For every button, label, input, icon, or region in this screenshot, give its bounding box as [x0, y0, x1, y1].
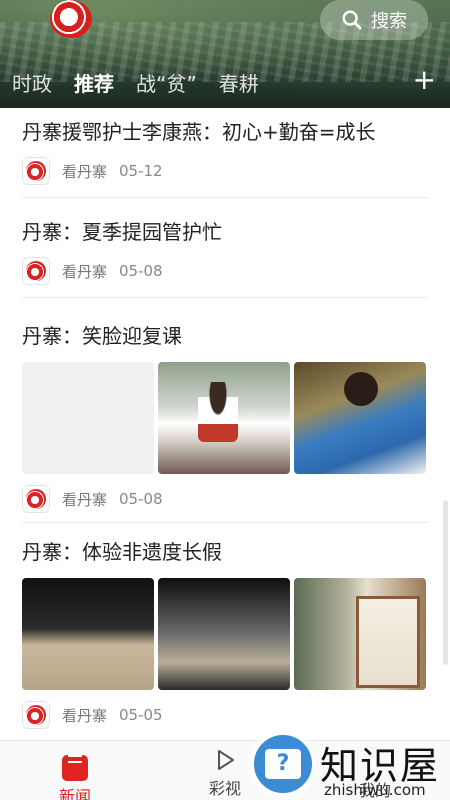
list-item[interactable]: 丹寨：夏季提园管护忙 看丹寨 05-08: [22, 218, 428, 286]
article-date: 05-05: [119, 706, 163, 724]
article-source: 看丹寨: [62, 706, 108, 725]
article-title[interactable]: 丹寨援鄂护士李康燕：初心+勤奋=成长: [22, 118, 428, 146]
tab-recommend[interactable]: 推荐: [74, 68, 114, 97]
nav-news[interactable]: 新闻: [30, 747, 120, 800]
list-item[interactable]: 丹寨援鄂护士李康燕：初心+勤奋=成长 看丹寨 05-12: [22, 118, 428, 186]
tab-politics[interactable]: 时政: [12, 68, 52, 97]
list-item[interactable]: 丹寨：笑脸迎复课 看丹寨 05-08: [22, 322, 428, 514]
thumbnail-image[interactable]: [22, 362, 154, 474]
article-source: 看丹寨: [62, 490, 108, 509]
divider: [22, 522, 428, 523]
thumbnail-image[interactable]: [158, 578, 290, 690]
article-date: 05-08: [119, 490, 163, 508]
thumbnail-image[interactable]: [158, 362, 290, 474]
thumbnail-row: [22, 578, 428, 690]
source-logo-icon: [22, 485, 50, 513]
source-logo-icon: [22, 157, 50, 185]
article-source: 看丹寨: [62, 162, 108, 181]
article-meta: 看丹寨 05-08: [22, 484, 428, 514]
app-header: 搜索 时政 推荐 战“贫” 春耕 +: [0, 0, 450, 108]
nav-news-label: 新闻: [58, 787, 91, 800]
divider: [22, 197, 428, 198]
news-feed: 丹寨援鄂护士李康燕：初心+勤奋=成长 看丹寨 05-12 丹寨：夏季提园管护忙 …: [0, 108, 450, 740]
search-button[interactable]: 搜索: [320, 0, 428, 40]
add-tab-button[interactable]: +: [413, 64, 436, 96]
search-label: 搜索: [371, 11, 407, 32]
news-icon: [62, 755, 88, 781]
article-meta: 看丹寨 05-05: [22, 700, 428, 730]
category-tabs: 时政 推荐 战“贫” 春耕 +: [0, 62, 450, 102]
play-icon: [218, 750, 234, 770]
article-meta: 看丹寨 05-12: [22, 156, 428, 186]
watermark-logo-icon: ?: [250, 731, 316, 797]
thumbnail-image[interactable]: [294, 578, 426, 690]
source-logo-icon: [22, 257, 50, 285]
tab-poverty[interactable]: 战“贫”: [136, 68, 197, 97]
divider: [22, 297, 428, 298]
article-date: 05-08: [119, 262, 163, 280]
thumbnail-image[interactable]: [22, 578, 154, 690]
article-source: 看丹寨: [62, 262, 108, 281]
watermark: ? 知识屋® zhishiwu.com: [250, 731, 450, 800]
thumbnail-row: [22, 362, 428, 474]
list-item[interactable]: 丹寨：体验非遗度长假 看丹寨 05-05: [22, 538, 428, 730]
search-icon: [342, 10, 362, 30]
article-title[interactable]: 丹寨：体验非遗度长假: [22, 538, 428, 566]
article-title[interactable]: 丹寨：夏季提园管护忙: [22, 218, 428, 246]
source-logo-icon: [22, 701, 50, 729]
tab-spring-plowing[interactable]: 春耕: [219, 68, 259, 97]
app-logo: [50, 0, 92, 38]
scrollbar[interactable]: [443, 500, 448, 665]
thumbnail-image[interactable]: [294, 362, 426, 474]
article-title[interactable]: 丹寨：笑脸迎复课: [22, 322, 428, 350]
article-meta: 看丹寨 05-08: [22, 256, 428, 286]
watermark-url: zhishiwu.com: [324, 781, 426, 799]
article-date: 05-12: [119, 162, 163, 180]
